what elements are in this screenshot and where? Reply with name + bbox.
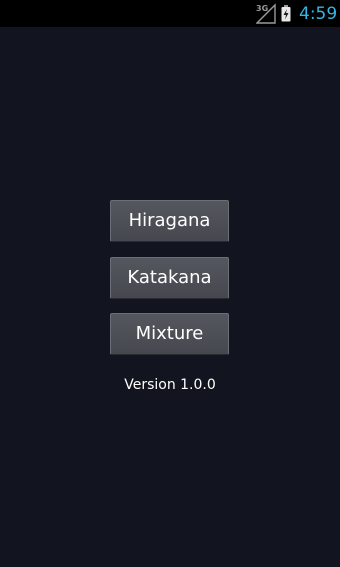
version-label: Version 1.0.0 [124, 377, 216, 393]
battery-charging-icon [281, 5, 291, 22]
network-type-label: 3G [256, 4, 268, 13]
hiragana-button[interactable]: Hiragana [110, 200, 229, 242]
katakana-button[interactable]: Katakana [110, 257, 229, 299]
status-bar: 3G 4:59 [0, 0, 340, 27]
main-screen: Hiragana Katakana Mixture Version 1.0.0 [0, 27, 340, 567]
status-time: 4:59 [299, 4, 338, 24]
mixture-button[interactable]: Mixture [110, 313, 229, 355]
cell-signal-icon: 3G [256, 3, 276, 24]
